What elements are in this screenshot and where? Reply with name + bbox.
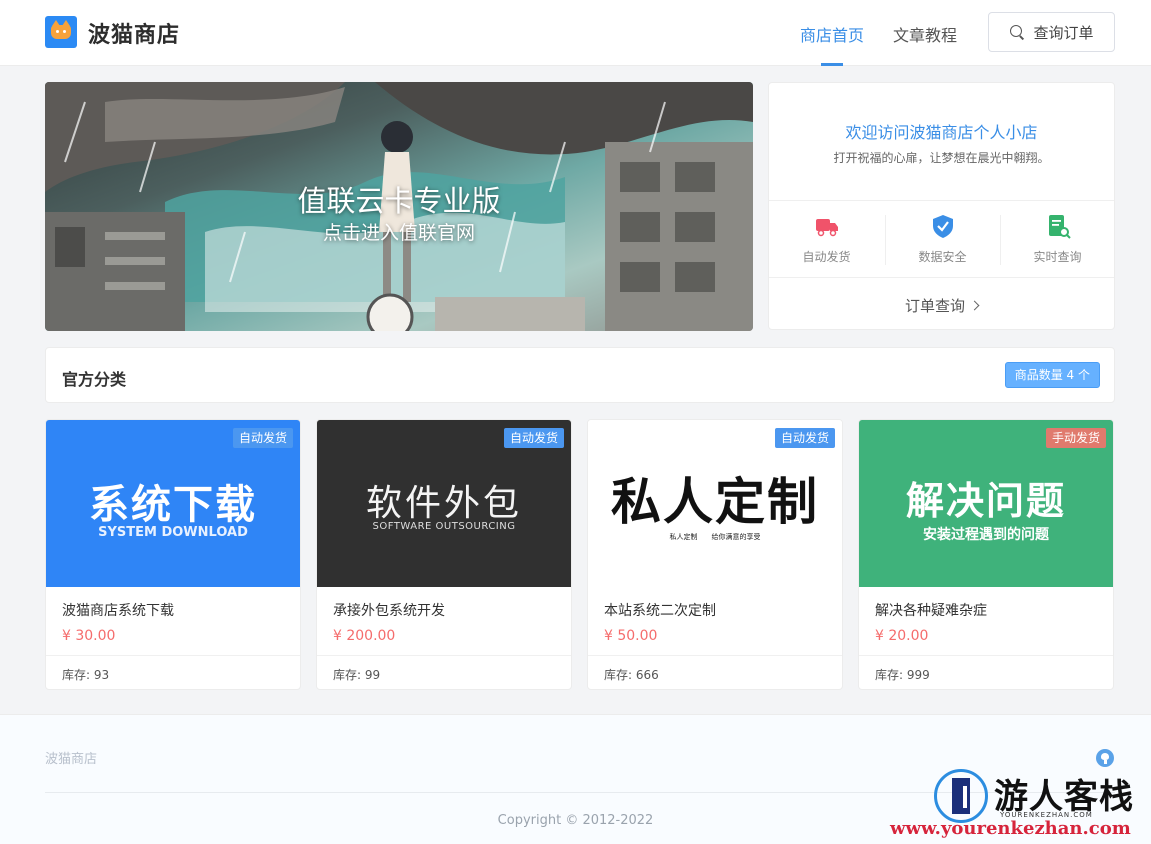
product-stock: 库存: 666 [604,668,659,682]
product-stock: 库存: 99 [333,668,381,682]
banner-subtitle: 点击进入值联官网 [322,222,475,244]
thumbnail-subtitle: 安装过程遇到的问题 [923,527,1049,543]
product-price: ¥ 20.00 [875,628,929,644]
category-bar: 官方分类 商品数量 4 个 [45,347,1115,403]
welcome-subtitle: 打开祝福的心扉，让梦想在晨光中翱翔。 [833,151,1050,165]
product-thumbnail: 解决问题 安装过程遇到的问题 手动发货 [859,420,1113,587]
product-count-badge: 商品数量 4 个 [1004,362,1100,388]
search-icon [1009,24,1025,40]
product-stock: 库存: 93 [62,668,110,682]
truck-icon [814,213,840,239]
top-header: 波猫商店 商店首页 文章教程 查询订单 [0,0,1151,66]
welcome-title: 欢迎访问波猫商店个人小店 [845,123,1038,142]
delivery-badge: 自动发货 [503,428,564,448]
watermark: 游人客栈 YOURENKEZHAN.COM www.yourenkezhan.c… [890,765,1149,844]
divider [317,655,571,656]
brand-name[interactable]: 波猫商店 [88,17,180,49]
product-name: 承接外包系统开发 [333,603,445,619]
product-price: ¥ 200.00 [333,628,396,644]
welcome-card: 欢迎访问波猫商店个人小店 打开祝福的心扉，让梦想在晨光中翱翔。 自动发货 数据安… [768,82,1115,330]
feature-auto-delivery: 自动发货 [769,213,884,265]
product-name: 解决各种疑难杂症 [875,603,987,619]
nav-tutorials[interactable]: 文章教程 [893,22,957,46]
query-order-label: 查询订单 [1033,23,1094,42]
product-name: 本站系统二次定制 [604,603,716,619]
order-query-label: 订单查询 [904,297,965,315]
feature-realtime-query: 实时查询 [1000,213,1115,265]
thumbnail-subtitle: SOFTWARE OUTSOURCING [372,521,516,532]
product-price: ¥ 30.00 [62,628,116,644]
thumbnail-title: 软件外包 [365,483,522,524]
nav-home[interactable]: 商店首页 [800,22,864,46]
delivery-badge: 自动发货 [232,428,293,448]
query-order-button[interactable]: 查询订单 [988,12,1115,52]
product-card[interactable]: 系统下载 SYSTEM DOWNLOAD 自动发货 波猫商店系统下载 ¥ 30.… [45,419,301,690]
logo-icon[interactable] [45,16,77,48]
footer-brand[interactable]: 波猫商店 [45,748,97,767]
divider [588,655,842,656]
thumbnail-title: 解决问题 [905,479,1066,523]
delivery-badge: 自动发货 [774,428,835,448]
thumbnail-subtitle: SYSTEM DOWNLOAD [98,525,248,540]
watermark-url: www.yourenkezhan.com [890,818,1131,839]
banner-title: 值联云卡专业版 [297,184,501,218]
feature-label: 数据安全 [918,250,967,264]
product-stock: 库存: 999 [875,668,930,682]
chevron-right-icon [969,300,980,311]
feature-label: 实时查询 [1033,250,1082,264]
delivery-badge: 手动发货 [1045,428,1106,448]
document-search-icon [1045,213,1071,239]
feature-data-security: 数据安全 [885,213,1000,265]
divider [769,277,1114,278]
product-thumbnail: 私人定制 私人定制 给你满意的享受 自动发货 [588,420,842,587]
shield-icon [930,213,956,239]
divider [769,200,1114,201]
order-query-link[interactable]: 订单查询 [769,295,1114,316]
thumbnail-title: 私人定制 [611,472,819,531]
product-card[interactable]: 解决问题 安装过程遇到的问题 手动发货 解决各种疑难杂症 ¥ 20.00 库存:… [858,419,1114,690]
thumbnail-subtitle: 私人定制 给你满意的享受 [669,533,761,541]
watermark-logo-icon [934,769,988,823]
divider [859,655,1113,656]
product-name: 波猫商店系统下载 [62,603,174,619]
product-price: ¥ 50.00 [604,628,658,644]
nav-active-indicator [821,63,843,66]
product-thumbnail: 软件外包 SOFTWARE OUTSOURCING 自动发货 [317,420,571,587]
product-thumbnail: 系统下载 SYSTEM DOWNLOAD 自动发货 [46,420,300,587]
divider [46,655,300,656]
hero-banner[interactable]: 值联云卡专业版 点击进入值联官网 [45,82,753,331]
product-card[interactable]: 私人定制 私人定制 给你满意的享受 自动发货 本站系统二次定制 ¥ 50.00 … [587,419,843,690]
thumbnail-title: 系统下载 [89,482,257,528]
feature-label: 自动发货 [802,250,851,264]
category-title: 官方分类 [62,370,127,389]
product-card[interactable]: 软件外包 SOFTWARE OUTSOURCING 自动发货 承接外包系统开发 … [316,419,572,690]
